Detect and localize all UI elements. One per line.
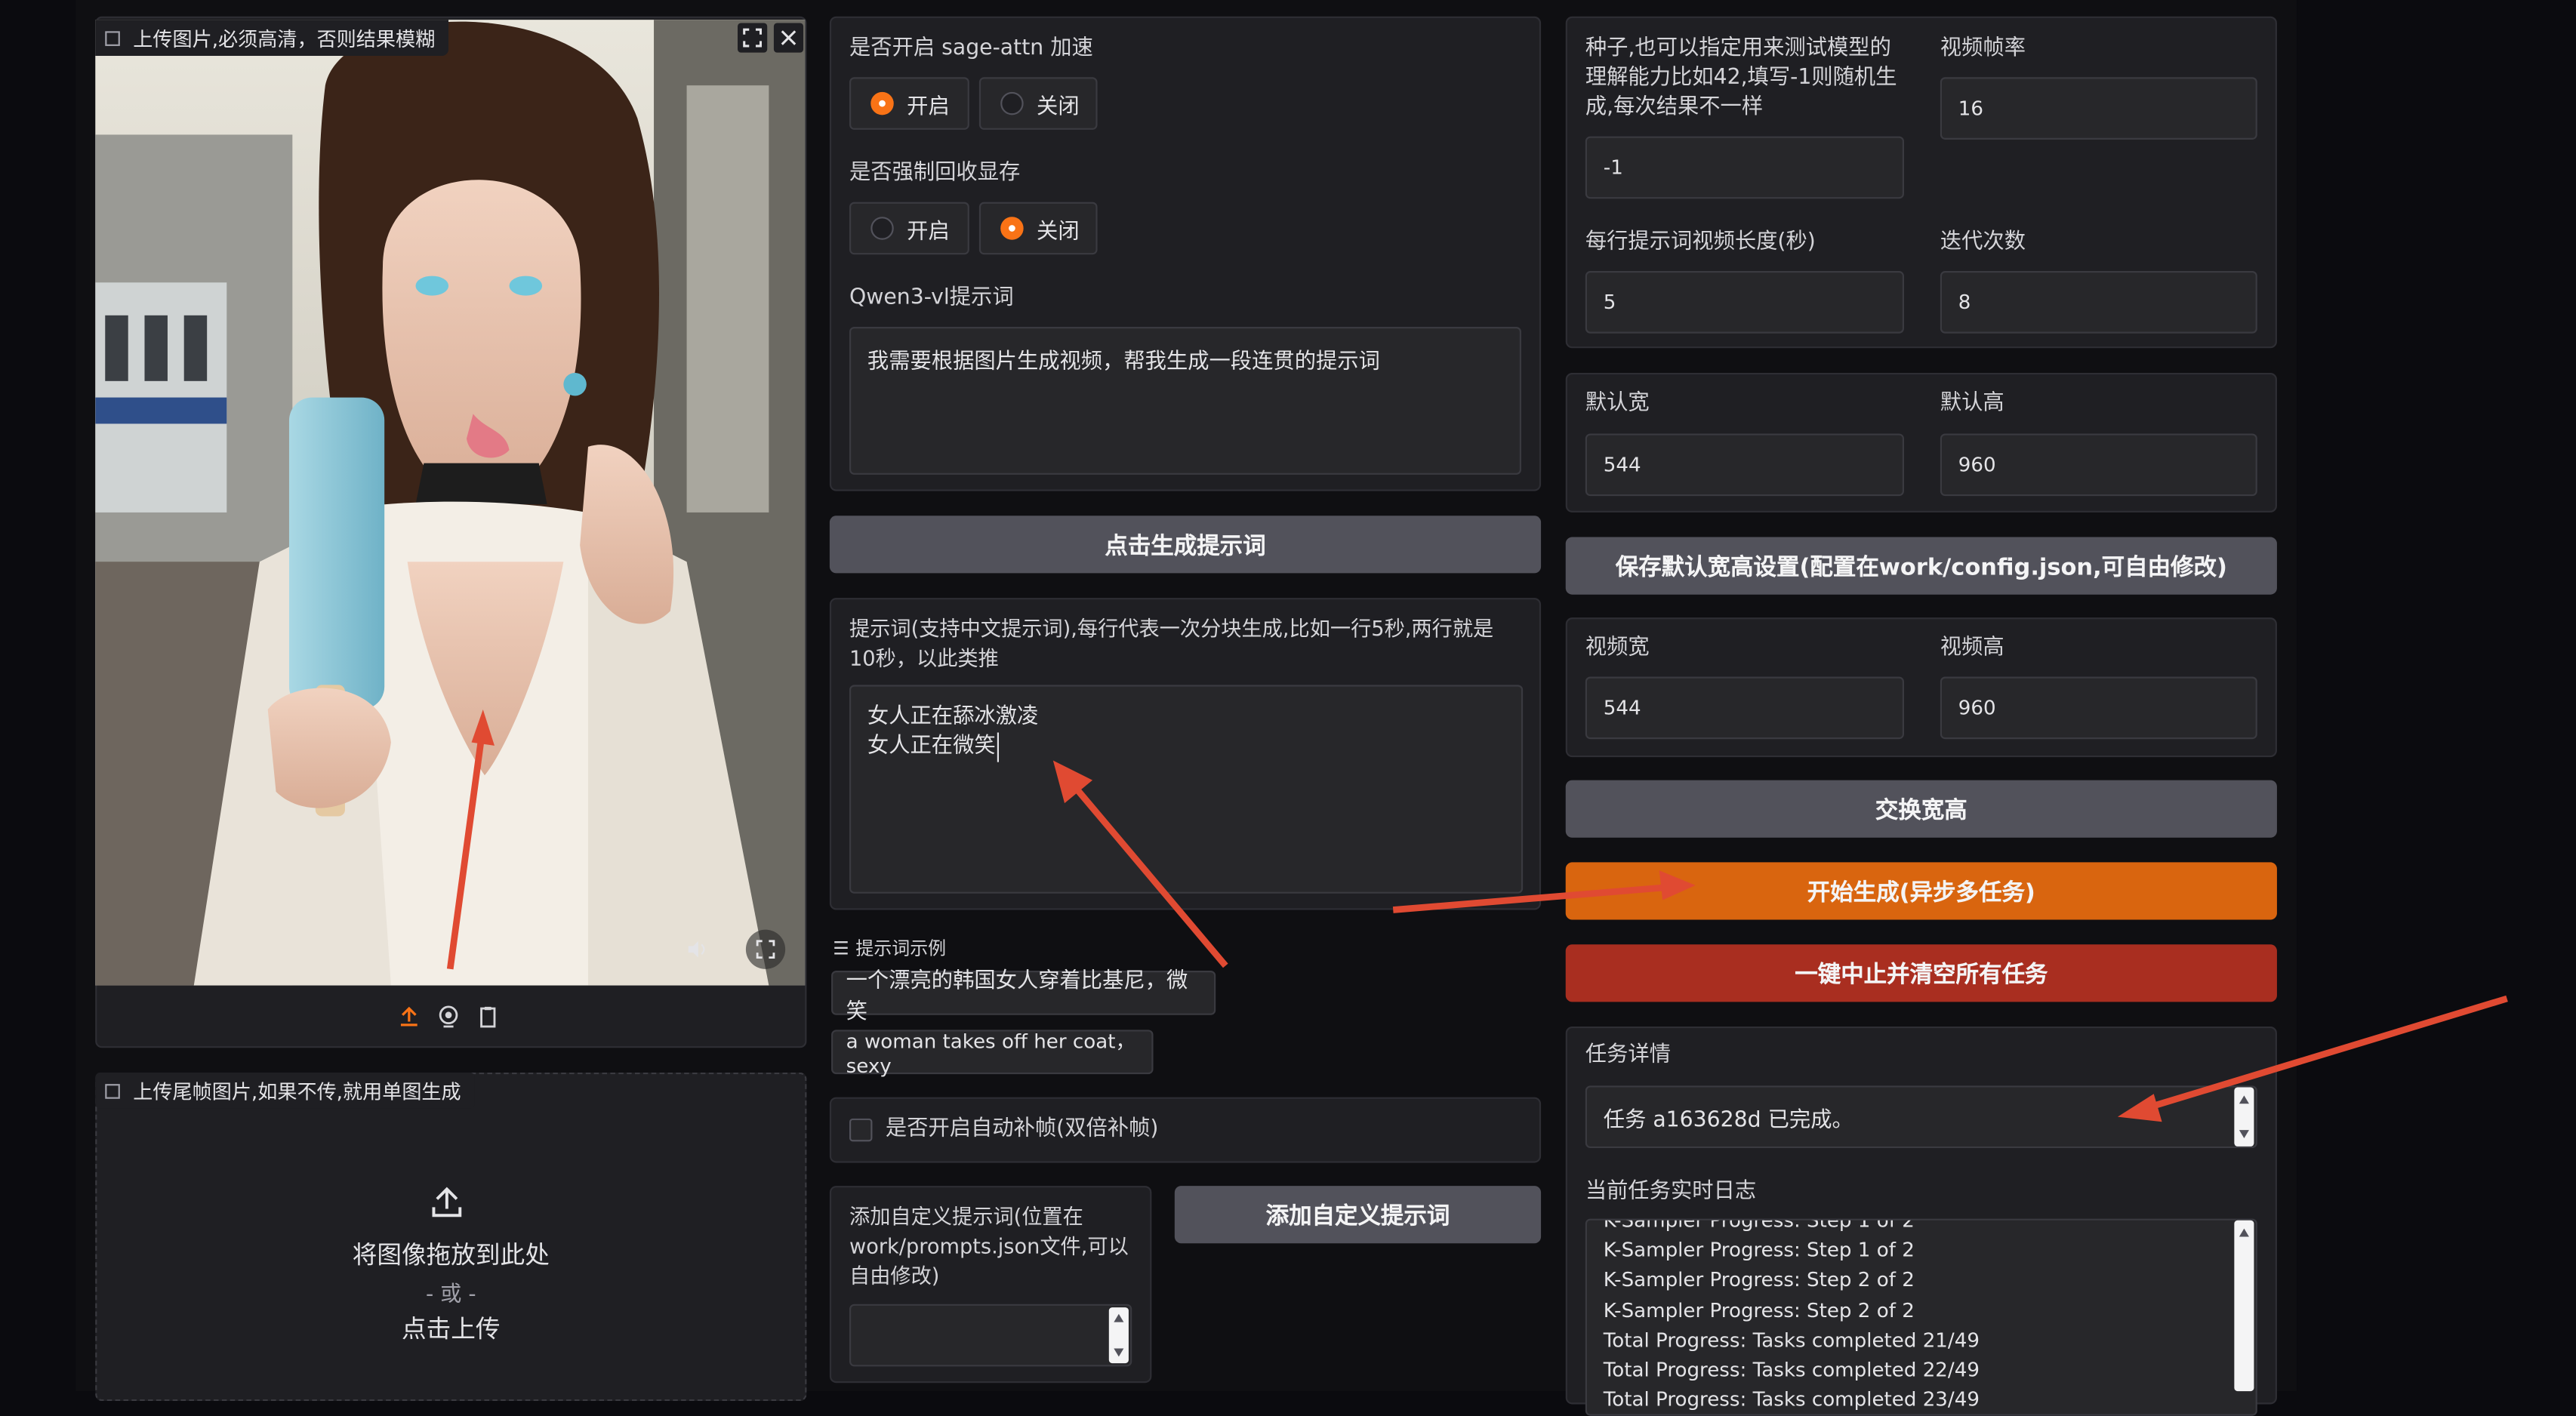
annotation-arrows — [1052, 760, 2508, 1122]
arrow-to-task — [2117, 995, 2508, 1122]
arrow-to-prompt — [1052, 760, 1228, 968]
arrow-to-start — [1392, 870, 1696, 913]
